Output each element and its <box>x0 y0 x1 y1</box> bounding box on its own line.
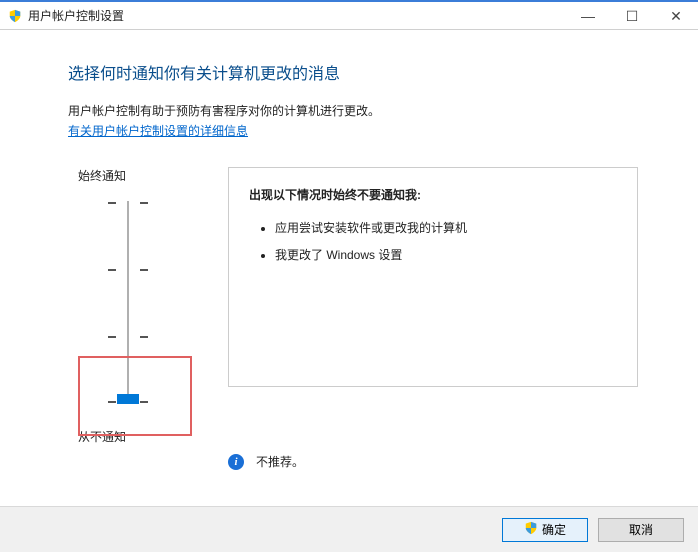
uac-shield-icon <box>8 9 22 23</box>
slider-label-always: 始终通知 <box>68 167 188 184</box>
slider-tick-2 <box>108 266 148 271</box>
slider-area: 始终通知 从不通知 出现以下情况时始终不要通知我: 应用尝试安装软件或更改我的计… <box>68 167 638 445</box>
slider-label-never: 从不通知 <box>68 428 188 445</box>
info-bullet: 我更改了 Windows 设置 <box>275 246 617 263</box>
slider-track-wrap <box>68 196 188 416</box>
info-bullet: 应用尝试安装软件或更改我的计算机 <box>275 219 617 236</box>
titlebar: 用户帐户控制设置 — ☐ ✕ <box>0 0 698 30</box>
close-button[interactable]: ✕ <box>654 4 698 28</box>
ok-button-label: 确定 <box>542 521 566 538</box>
page-heading: 选择何时通知你有关计算机更改的消息 <box>68 60 638 84</box>
recommendation-text: 不推荐。 <box>256 453 304 470</box>
dialog-footer: 确定 取消 <box>0 506 698 552</box>
info-icon: i <box>228 454 244 470</box>
cancel-button-label: 取消 <box>629 521 653 538</box>
content-area: 选择何时通知你有关计算机更改的消息 用户帐户控制有助于预防有害程序对你的计算机进… <box>0 30 698 480</box>
info-panel: 出现以下情况时始终不要通知我: 应用尝试安装软件或更改我的计算机 我更改了 Wi… <box>228 167 638 387</box>
slider-column: 始终通知 从不通知 <box>68 167 188 445</box>
info-bullet-list: 应用尝试安装软件或更改我的计算机 我更改了 Windows 设置 <box>249 219 617 263</box>
page-description: 用户帐户控制有助于预防有害程序对你的计算机进行更改。 <box>68 102 638 119</box>
cancel-button[interactable]: 取消 <box>598 518 684 542</box>
minimize-button[interactable]: — <box>566 4 610 28</box>
maximize-button[interactable]: ☐ <box>610 4 654 28</box>
slider-track[interactable] <box>127 201 129 401</box>
window-title: 用户帐户控制设置 <box>28 7 124 24</box>
uac-shield-icon <box>524 521 538 538</box>
slider-tick-3 <box>108 333 148 338</box>
window-controls: — ☐ ✕ <box>566 4 698 28</box>
slider-tick-1 <box>108 199 148 204</box>
info-panel-title: 出现以下情况时始终不要通知我: <box>249 186 617 203</box>
ok-button[interactable]: 确定 <box>502 518 588 542</box>
recommendation-row: i 不推荐。 <box>228 453 638 470</box>
learn-more-link[interactable]: 有关用户帐户控制设置的详细信息 <box>68 124 248 138</box>
slider-thumb[interactable] <box>117 394 139 404</box>
